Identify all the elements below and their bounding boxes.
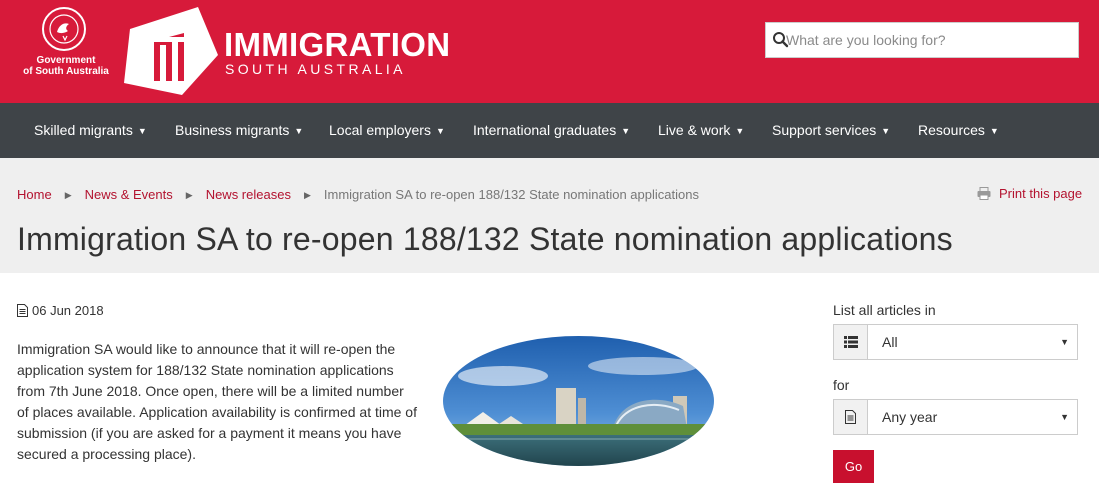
year-select[interactable]: Any year ▼ bbox=[833, 399, 1078, 435]
nav-item-label: Local employers bbox=[329, 122, 431, 138]
nav-item-label: Business migrants bbox=[175, 122, 290, 138]
gov-logo-line2: of South Australia bbox=[23, 66, 109, 77]
caret-down-icon: ▼ bbox=[1060, 412, 1069, 422]
nav-item-local-employers[interactable]: Local employers ▼ bbox=[329, 103, 445, 158]
gov-logo-line1: Government bbox=[36, 55, 96, 66]
document-icon-box bbox=[834, 400, 868, 434]
print-label: Print this page bbox=[999, 186, 1083, 201]
year-select-value: Any year bbox=[882, 409, 938, 425]
nav-item-business-migrants[interactable]: Business migrants ▼ bbox=[175, 103, 303, 158]
list-icon-box bbox=[834, 325, 868, 359]
breadcrumb: Home ▶ News & Events ▶ News releases ▶ Immigra… bbox=[17, 187, 699, 202]
chevron-right-icon: ▶ bbox=[185, 190, 193, 200]
article-date: 06 Jun 2018 bbox=[17, 303, 104, 318]
caret-down-icon: ▼ bbox=[989, 126, 999, 136]
caret-down-icon: ▼ bbox=[621, 126, 631, 136]
nav-item-label: Support services bbox=[772, 122, 877, 138]
caret-down-icon: ▼ bbox=[294, 126, 304, 136]
category-select[interactable]: All ▼ bbox=[833, 324, 1078, 360]
nav-item-live-work[interactable]: Live & work ▼ bbox=[658, 103, 744, 158]
nav-item-international-graduates[interactable]: International graduates ▼ bbox=[473, 103, 630, 158]
breadcrumb-current: Immigration SA to re-open 188/132 State … bbox=[323, 187, 699, 202]
site-header: Government of South Australia IMMIGRATIO… bbox=[0, 0, 1099, 103]
caret-down-icon: ▼ bbox=[435, 126, 445, 136]
for-label: for bbox=[833, 377, 850, 393]
printer-icon bbox=[977, 187, 991, 200]
gov-logo-text: Government of South Australia bbox=[18, 55, 114, 77]
breadcrumb-news-releases[interactable]: News releases bbox=[206, 187, 291, 202]
category-select-value: All bbox=[882, 334, 898, 350]
list-icon bbox=[844, 336, 858, 348]
nav-item-label: Skilled migrants bbox=[34, 122, 133, 138]
brand-subtitle: SOUTH AUSTRALIA bbox=[225, 61, 406, 77]
search-input[interactable] bbox=[786, 23, 1076, 57]
caret-down-icon: ▼ bbox=[735, 126, 745, 136]
nav-item-label: Live & work bbox=[658, 122, 731, 138]
page-title: Immigration SA to re-open 188/132 State … bbox=[17, 221, 953, 257]
government-of-south-australia-logo[interactable]: Government of South Australia bbox=[18, 6, 114, 80]
chevron-right-icon: ▶ bbox=[303, 190, 311, 200]
adelaide-riverbank-photo bbox=[443, 336, 714, 466]
nav-item-label: International graduates bbox=[473, 122, 617, 138]
brand-title: IMMIGRATION bbox=[224, 26, 451, 63]
main-navigation: Skilled migrants ▼ Business migrants ▼ Loc… bbox=[0, 103, 1099, 158]
article-date-text: 06 Jun 2018 bbox=[32, 303, 104, 318]
nav-item-label: Resources bbox=[918, 122, 985, 138]
article-body: Immigration SA would like to announce th… bbox=[17, 341, 417, 462]
go-button[interactable]: Go bbox=[833, 450, 874, 483]
nav-item-skilled-migrants[interactable]: Skilled migrants ▼ bbox=[34, 103, 147, 158]
breadcrumb-news-events[interactable]: News & Events bbox=[85, 187, 173, 202]
nav-item-resources[interactable]: Resources ▼ bbox=[918, 103, 999, 158]
print-page-link[interactable]: Print this page bbox=[977, 186, 1082, 201]
immigration-sa-mark-icon[interactable] bbox=[124, 5, 220, 97]
document-icon bbox=[845, 410, 856, 424]
caret-down-icon: ▼ bbox=[1060, 337, 1069, 347]
list-articles-label: List all articles in bbox=[833, 302, 936, 318]
breadcrumb-home[interactable]: Home bbox=[17, 187, 52, 202]
document-icon bbox=[17, 304, 28, 317]
chevron-right-icon: ▶ bbox=[64, 190, 72, 200]
search-box bbox=[765, 22, 1079, 58]
nav-item-support-services[interactable]: Support services ▼ bbox=[772, 103, 890, 158]
caret-down-icon: ▼ bbox=[137, 126, 147, 136]
caret-down-icon: ▼ bbox=[881, 126, 891, 136]
south-australia-crest-icon bbox=[42, 7, 86, 51]
